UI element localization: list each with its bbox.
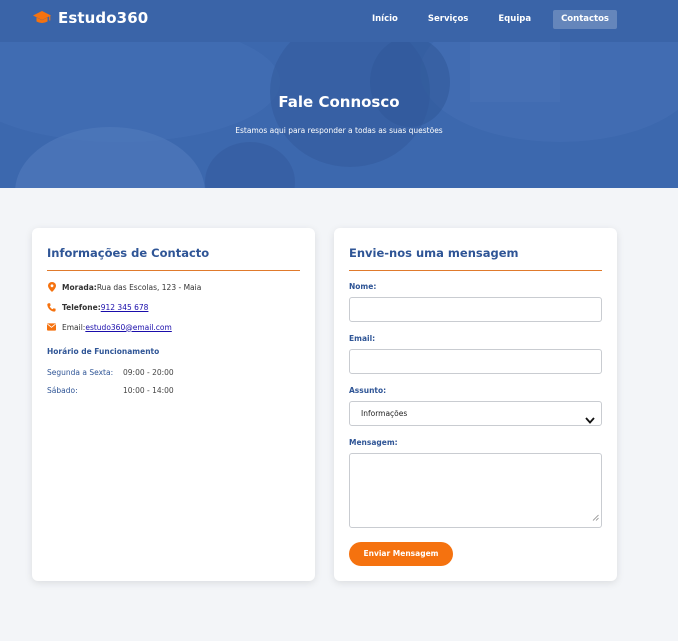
phone-row: Telefone: 912 345 678 <box>47 302 148 312</box>
message-label: Mensagem: <box>349 438 398 447</box>
name-label: Nome: <box>349 282 377 291</box>
hours-day: Sábado: <box>47 386 78 395</box>
graduation-cap-icon <box>32 10 52 26</box>
hero-subtitle: Estamos aqui para responder a todas as s… <box>235 126 443 135</box>
phone-link[interactable]: 912 345 678 <box>101 303 149 312</box>
map-pin-icon <box>47 282 56 292</box>
subject-selected-value: Informações <box>361 409 408 418</box>
divider <box>47 270 300 271</box>
brand-name: Estudo360 <box>58 9 149 27</box>
form-title: Envie-nos uma mensagem <box>349 246 519 260</box>
message-textarea[interactable] <box>349 453 602 528</box>
nav-menu: Início Serviços Equipa Contactos <box>350 10 617 29</box>
divider <box>349 270 602 271</box>
hours-row: Sábado: 10:00 - 14:00 <box>47 386 174 395</box>
address-row: Morada: Rua das Escolas, 123 - Maia <box>47 282 201 292</box>
hours-title: Horário de Funcionamento <box>47 347 160 356</box>
hero-background-image <box>0 42 678 188</box>
contact-info-card: Informações de Contacto Morada: Rua das … <box>32 228 315 581</box>
subject-select[interactable]: Informações <box>349 401 602 426</box>
address-label: Morada: <box>62 282 97 292</box>
hours-time: 10:00 - 14:00 <box>123 386 174 395</box>
submit-button[interactable]: Enviar Mensagem <box>349 542 453 566</box>
hours-time: 09:00 - 20:00 <box>123 368 174 377</box>
chevron-down-icon <box>585 410 595 433</box>
nav-item-servicos[interactable]: Serviços <box>420 10 476 29</box>
name-field[interactable] <box>349 297 602 322</box>
nav-item-inicio[interactable]: Início <box>364 10 406 29</box>
brand[interactable]: Estudo360 <box>32 9 148 27</box>
hero-banner: Fale Connosco Estamos aqui para responde… <box>0 42 678 188</box>
email-label: Email: <box>62 322 86 332</box>
email-link[interactable]: estudo360@email.com <box>85 323 171 332</box>
phone-icon <box>47 302 56 312</box>
hours-day: Segunda a Sexta: <box>47 368 114 377</box>
top-navbar: Estudo360 Início Serviços Equipa Contact… <box>0 0 678 42</box>
nav-item-contactos[interactable]: Contactos <box>553 10 617 29</box>
nav-item-equipa[interactable]: Equipa <box>490 10 539 29</box>
subject-label: Assunto: <box>349 386 387 395</box>
phone-label: Telefone: <box>62 302 101 312</box>
address-value: Rua das Escolas, 123 - Maia <box>96 282 202 292</box>
resize-handle-icon[interactable] <box>592 506 599 525</box>
email-field[interactable] <box>349 349 602 374</box>
hours-row: Segunda a Sexta: 09:00 - 20:00 <box>47 368 174 377</box>
contact-info-title: Informações de Contacto <box>47 246 210 260</box>
email-field-label: Email: <box>349 334 376 343</box>
contact-form-card: Envie-nos uma mensagem Nome: Email: Assu… <box>334 228 617 581</box>
email-row: Email: estudo360@email.com <box>47 322 172 332</box>
envelope-icon <box>47 322 56 332</box>
hero-title: Fale Connosco <box>278 93 400 111</box>
